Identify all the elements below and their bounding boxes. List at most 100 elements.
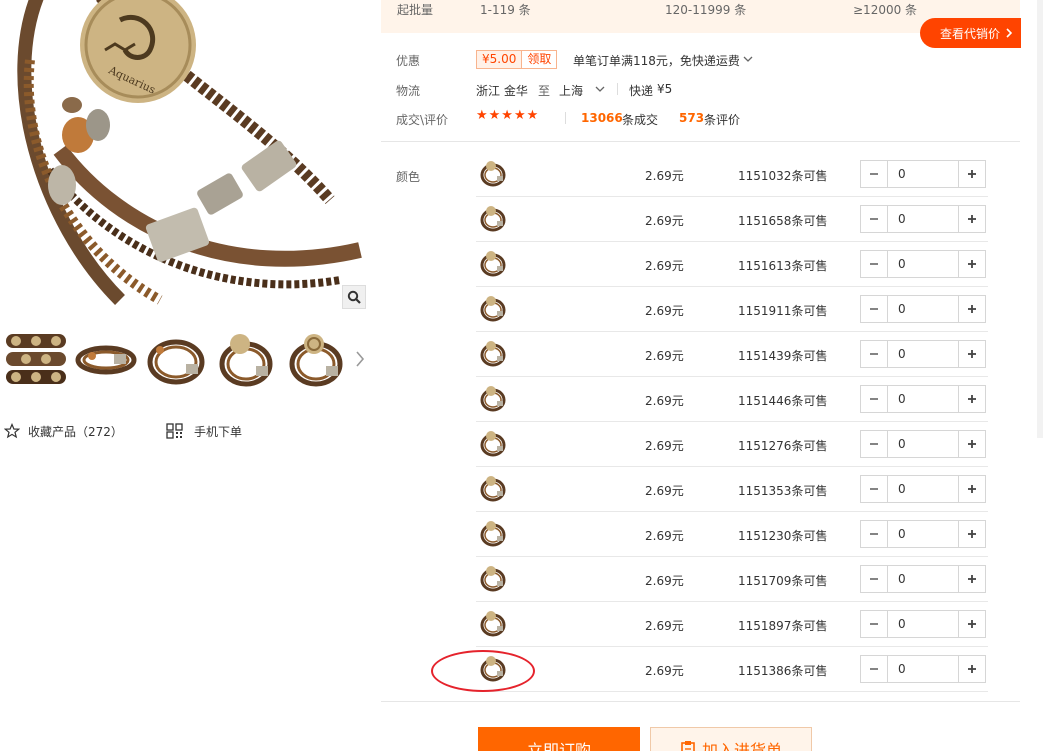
agent-price-label: 查看代销价 xyxy=(940,26,1001,41)
increase-button[interactable] xyxy=(958,161,985,187)
sku-row: 2.69元 1151658条可售 xyxy=(476,197,988,242)
ship-to-select[interactable]: 上海 xyxy=(559,82,583,99)
plus-icon xyxy=(968,485,976,493)
review-count-suffix[interactable]: 条评价 xyxy=(704,111,740,128)
quantity-input[interactable] xyxy=(888,296,958,322)
quantity-stepper xyxy=(860,295,986,323)
increase-button[interactable] xyxy=(958,206,985,232)
coupon-claim[interactable]: 领取 xyxy=(521,51,556,68)
thumbnail-3[interactable] xyxy=(144,326,208,390)
coupon-tag[interactable]: ¥5.00 领取 xyxy=(476,50,558,69)
sku-thumbnail[interactable] xyxy=(478,248,508,278)
decrease-button[interactable] xyxy=(861,161,888,187)
view-agent-price-button[interactable]: 查看代销价 xyxy=(920,18,1021,48)
increase-button[interactable] xyxy=(958,611,985,637)
sku-thumbnail[interactable] xyxy=(478,518,508,548)
quantity-input[interactable] xyxy=(888,521,958,547)
increase-button[interactable] xyxy=(958,251,985,277)
decrease-button[interactable] xyxy=(861,476,888,502)
sku-stock: 1151709条可售 xyxy=(738,574,828,588)
sku-price: 2.69元 xyxy=(645,169,684,183)
minus-icon xyxy=(870,578,878,580)
thumbnail-2[interactable] xyxy=(74,326,138,390)
quantity-input[interactable] xyxy=(888,566,958,592)
quantity-input[interactable] xyxy=(888,251,958,277)
sku-thumbnail[interactable] xyxy=(478,338,508,368)
quantity-input[interactable] xyxy=(888,386,958,412)
increase-button[interactable] xyxy=(958,656,985,682)
increase-button[interactable] xyxy=(958,341,985,367)
increase-button[interactable] xyxy=(958,431,985,457)
decrease-button[interactable] xyxy=(861,386,888,412)
quantity-input[interactable] xyxy=(888,476,958,502)
plus-icon xyxy=(968,260,976,268)
sku-row: 2.69元 1151613条可售 xyxy=(476,242,988,287)
decrease-button[interactable] xyxy=(861,341,888,367)
thumbnail-1[interactable] xyxy=(4,326,68,390)
sku-price: 2.69元 xyxy=(645,529,684,543)
quantity-stepper xyxy=(860,475,986,503)
thumbnail-next-button[interactable] xyxy=(350,346,370,372)
sku-price: 2.69元 xyxy=(645,484,684,498)
increase-button[interactable] xyxy=(958,566,985,592)
add-to-cart-button[interactable]: 加入进货单 xyxy=(650,727,812,751)
decrease-button[interactable] xyxy=(861,611,888,637)
decrease-button[interactable] xyxy=(861,521,888,547)
quantity-input[interactable] xyxy=(888,431,958,457)
qr-code-icon xyxy=(166,423,183,439)
mobile-order-button[interactable]: 手机下单 xyxy=(166,420,242,442)
ship-fee: ¥5 xyxy=(657,82,673,96)
sku-thumbnail[interactable] xyxy=(478,158,508,188)
sku-thumbnail[interactable] xyxy=(478,563,508,593)
buy-now-button[interactable]: 立即订购 xyxy=(478,727,640,751)
plus-icon xyxy=(968,620,976,628)
coupon-amount: ¥5.00 xyxy=(477,51,522,68)
decrease-button[interactable] xyxy=(861,656,888,682)
mobile-order-label: 手机下单 xyxy=(194,424,243,439)
decrease-button[interactable] xyxy=(861,296,888,322)
deals-label: 成交\评价 xyxy=(396,113,449,127)
sku-stock: 1151386条可售 xyxy=(738,664,828,678)
scrollbar-track[interactable] xyxy=(1037,0,1043,438)
thumbnail-4[interactable] xyxy=(214,326,278,390)
sku-thumbnail[interactable] xyxy=(478,473,508,503)
quantity-input[interactable] xyxy=(888,161,958,187)
sku-thumbnail[interactable] xyxy=(478,203,508,233)
chevron-right-icon xyxy=(356,351,365,367)
plus-icon xyxy=(968,665,976,673)
rating-stars: ★★★★★ xyxy=(476,108,540,123)
free-shipping-text: 单笔订单满118元，免快递运费 xyxy=(573,54,740,68)
star-outline-icon xyxy=(4,423,20,439)
quantity-input[interactable] xyxy=(888,341,958,367)
zoom-button[interactable] xyxy=(342,285,366,309)
decrease-button[interactable] xyxy=(861,251,888,277)
increase-button[interactable] xyxy=(958,521,985,547)
sku-thumbnail[interactable] xyxy=(478,428,508,458)
sku-row: 2.69元 1151032条可售 xyxy=(476,152,988,197)
decrease-button[interactable] xyxy=(861,431,888,457)
deal-count-suffix: 条成交 xyxy=(622,113,659,127)
increase-button[interactable] xyxy=(958,386,985,412)
decrease-button[interactable] xyxy=(861,206,888,232)
sku-thumbnail[interactable] xyxy=(478,383,508,413)
increase-button[interactable] xyxy=(958,476,985,502)
sku-thumbnail[interactable] xyxy=(478,293,508,323)
decrease-button[interactable] xyxy=(861,566,888,592)
minus-icon xyxy=(870,218,878,220)
quantity-stepper xyxy=(860,385,986,413)
favorite-button[interactable]: 收藏产品（272） xyxy=(4,420,123,442)
plus-icon xyxy=(968,395,976,403)
sku-stock: 1151032条可售 xyxy=(738,169,828,183)
chevron-down-icon[interactable] xyxy=(743,55,753,63)
quantity-input[interactable] xyxy=(888,656,958,682)
sku-thumbnail[interactable] xyxy=(478,608,508,638)
ship-method: 快递 xyxy=(629,84,654,98)
increase-button[interactable] xyxy=(958,296,985,322)
quantity-input[interactable] xyxy=(888,611,958,637)
main-product-image[interactable]: Aquarius xyxy=(0,0,370,310)
review-count[interactable]: 573 xyxy=(679,111,704,125)
quantity-input[interactable] xyxy=(888,206,958,232)
chevron-down-icon[interactable] xyxy=(595,85,605,93)
buy-now-label: 立即订购 xyxy=(526,741,591,751)
thumbnail-5[interactable] xyxy=(284,326,348,390)
